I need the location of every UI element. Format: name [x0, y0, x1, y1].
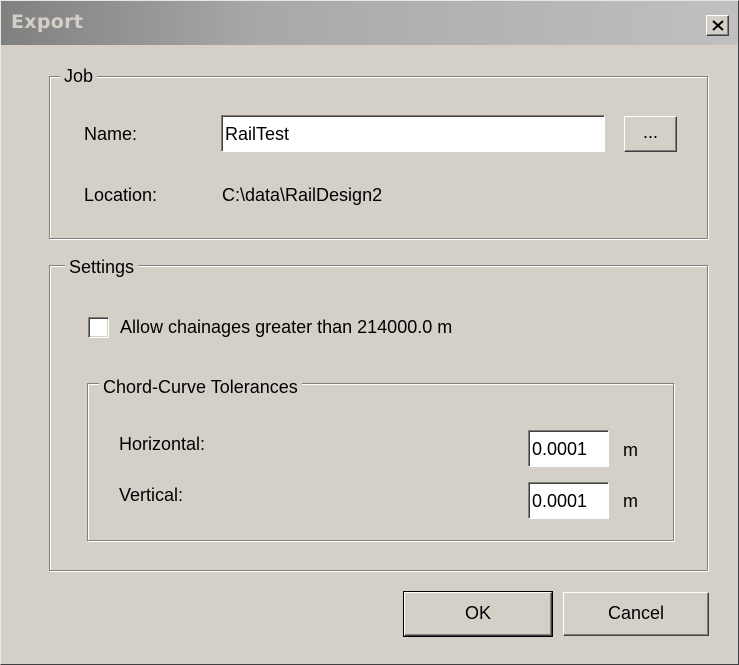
horizontal-field[interactable] — [528, 430, 609, 467]
name-label: Name: — [84, 124, 138, 144]
title-bar[interactable]: Export — [1, 1, 738, 45]
name-field[interactable] — [221, 115, 605, 152]
cancel-button-label: Cancel — [607, 603, 665, 623]
allow-chainages-checkbox[interactable] — [88, 317, 109, 338]
vertical-label: Vertical: — [119, 485, 184, 505]
cancel-button[interactable]: Cancel — [563, 592, 709, 636]
vertical-input[interactable] — [532, 489, 605, 513]
export-dialog: Export Job Name: ... Location: C:\data\R… — [0, 0, 739, 665]
job-group — [49, 76, 708, 239]
location-value: C:\data\RailDesign2 — [222, 185, 383, 205]
horizontal-unit: m — [623, 440, 638, 460]
allow-chainages-label[interactable]: Allow chainages greater than 214000.0 m — [120, 316, 452, 338]
browse-button-label: ... — [642, 122, 658, 142]
horizontal-input[interactable] — [532, 437, 605, 461]
job-legend: Job — [60, 66, 98, 86]
vertical-field[interactable] — [528, 482, 609, 519]
name-input[interactable] — [225, 122, 601, 146]
close-icon — [712, 20, 724, 31]
settings-legend: Settings — [65, 257, 139, 277]
location-label: Location: — [84, 185, 158, 205]
ok-button[interactable]: OK — [403, 591, 553, 637]
dialog-title: Export — [11, 11, 84, 33]
vertical-unit: m — [623, 491, 638, 511]
tolerances-legend: Chord-Curve Tolerances — [99, 377, 302, 397]
close-button[interactable] — [706, 15, 729, 36]
horizontal-label: Horizontal: — [119, 434, 206, 454]
ok-button-label: OK — [464, 603, 491, 623]
browse-button[interactable]: ... — [624, 116, 677, 152]
